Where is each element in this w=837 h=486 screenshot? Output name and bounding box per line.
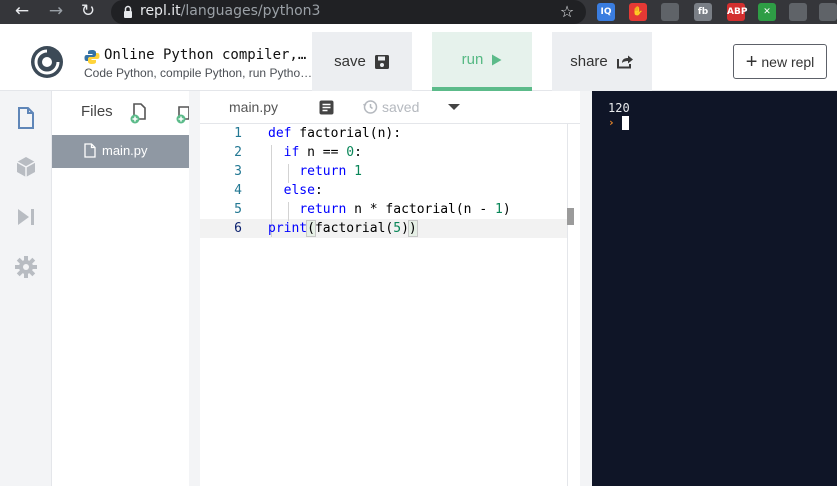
adblocker-hand-icon[interactable]: ✋	[629, 3, 647, 21]
floppy-disk-icon	[374, 54, 389, 69]
line-number: 5	[234, 202, 242, 217]
code-token: )	[407, 220, 418, 237]
console-output: 120	[608, 101, 630, 115]
lock-icon	[124, 5, 132, 18]
console-cursor	[622, 116, 629, 130]
code-token: n ==	[299, 145, 347, 160]
code-token: if	[283, 145, 300, 160]
code-token: 1	[495, 202, 503, 217]
line-number: 6	[234, 221, 242, 236]
code-token: print	[268, 221, 308, 236]
files-heading: Files	[81, 103, 113, 120]
new-repl-button[interactable]: + new repl	[733, 44, 827, 79]
console-prompt-icon: ›	[608, 116, 615, 129]
globe-extension-icon[interactable]	[819, 3, 837, 21]
python-icon	[84, 50, 100, 64]
panel-divider[interactable]	[189, 91, 200, 486]
code-token: else	[283, 183, 315, 198]
run-button[interactable]: run	[432, 32, 532, 91]
code-token: factorial(n):	[291, 126, 402, 141]
code-token: (	[306, 220, 316, 237]
add-folder-icon[interactable]	[175, 102, 189, 124]
packages-cube-icon[interactable]	[14, 155, 38, 179]
code-token: :	[354, 145, 362, 160]
url-text[interactable]: repl.it/languages/python3	[140, 3, 320, 19]
forward-arrow-icon[interactable]: →	[45, 0, 67, 24]
save-button-label: save	[334, 53, 366, 70]
code-token: def	[268, 126, 292, 141]
page-title: Online Python compiler,…	[104, 47, 307, 63]
code-line[interactable]: def factorial(n):	[268, 126, 401, 141]
line-number: 4	[234, 183, 242, 198]
replit-logo-icon[interactable]	[30, 45, 64, 79]
line-number: 3	[234, 164, 242, 179]
editor-scrollbar-thumb[interactable]	[567, 208, 574, 225]
editor-tab-divider	[200, 123, 580, 124]
code-token: :	[314, 183, 323, 198]
new-repl-label: new repl	[761, 53, 815, 70]
code-token: return	[299, 164, 347, 179]
code-editor[interactable]	[200, 91, 580, 486]
share-button-label: share	[570, 53, 608, 70]
sidebar	[0, 91, 52, 486]
saved-status: saved	[382, 99, 420, 115]
back-arrow-icon[interactable]: ←	[11, 0, 33, 24]
code-line[interactable]: else:	[268, 183, 323, 198]
code-line[interactable]: print(factorial(5))	[268, 220, 418, 237]
code-token: 5	[393, 221, 402, 236]
file-item-label: main.py	[102, 143, 148, 158]
editor-overview-ruler	[567, 124, 568, 486]
code-token: )	[401, 221, 409, 236]
url-host: repl.it	[140, 3, 181, 19]
url-path: /languages/python3	[180, 3, 321, 19]
panel-divider[interactable]	[580, 91, 592, 486]
console-panel[interactable]	[592, 91, 837, 486]
line-number: 2	[234, 145, 242, 160]
broom-extension-icon[interactable]	[789, 3, 807, 21]
code-line[interactable]: return n * factorial(n - 1)	[268, 202, 511, 217]
page-subtitle: Code Python, compile Python, run Pytho…	[84, 66, 313, 80]
run-button-label: run	[461, 51, 484, 68]
line-number: 1	[234, 126, 242, 141]
debugger-step-icon[interactable]	[14, 205, 38, 229]
format-code-icon[interactable]	[319, 100, 334, 115]
fb-extension-icon[interactable]: fb	[694, 3, 712, 21]
code-line[interactable]: return 1	[268, 164, 362, 179]
file-icon	[84, 143, 96, 158]
editor-tab[interactable]: main.py	[229, 99, 278, 115]
play-icon	[492, 54, 502, 65]
files-icon[interactable]	[14, 106, 38, 130]
code-token: factorial(	[314, 221, 394, 236]
iq-extension-icon[interactable]: IQ	[597, 3, 615, 21]
add-file-icon[interactable]	[129, 102, 149, 124]
bird-extension-icon[interactable]	[661, 3, 679, 21]
chevron-down-icon[interactable]	[447, 103, 461, 111]
green-extension-icon[interactable]: ✕	[758, 3, 776, 21]
plus-icon: +	[745, 50, 758, 73]
bookmark-star-icon[interactable]: ☆	[558, 2, 576, 22]
code-token: return	[299, 202, 347, 217]
code-token: n * factorial(n -	[346, 202, 495, 217]
abp-extension-icon[interactable]: ABP	[727, 3, 747, 21]
code-line[interactable]: if n == 0:	[268, 145, 362, 160]
code-token: 1	[346, 164, 362, 179]
save-button[interactable]: save	[312, 32, 412, 91]
share-icon	[616, 55, 633, 69]
share-button[interactable]: share	[552, 32, 652, 91]
history-clock-icon	[363, 100, 378, 114]
code-token: )	[502, 202, 511, 217]
settings-gear-icon[interactable]	[14, 255, 38, 279]
code-token: 0	[346, 145, 355, 160]
reload-icon[interactable]: ↻	[77, 0, 99, 24]
